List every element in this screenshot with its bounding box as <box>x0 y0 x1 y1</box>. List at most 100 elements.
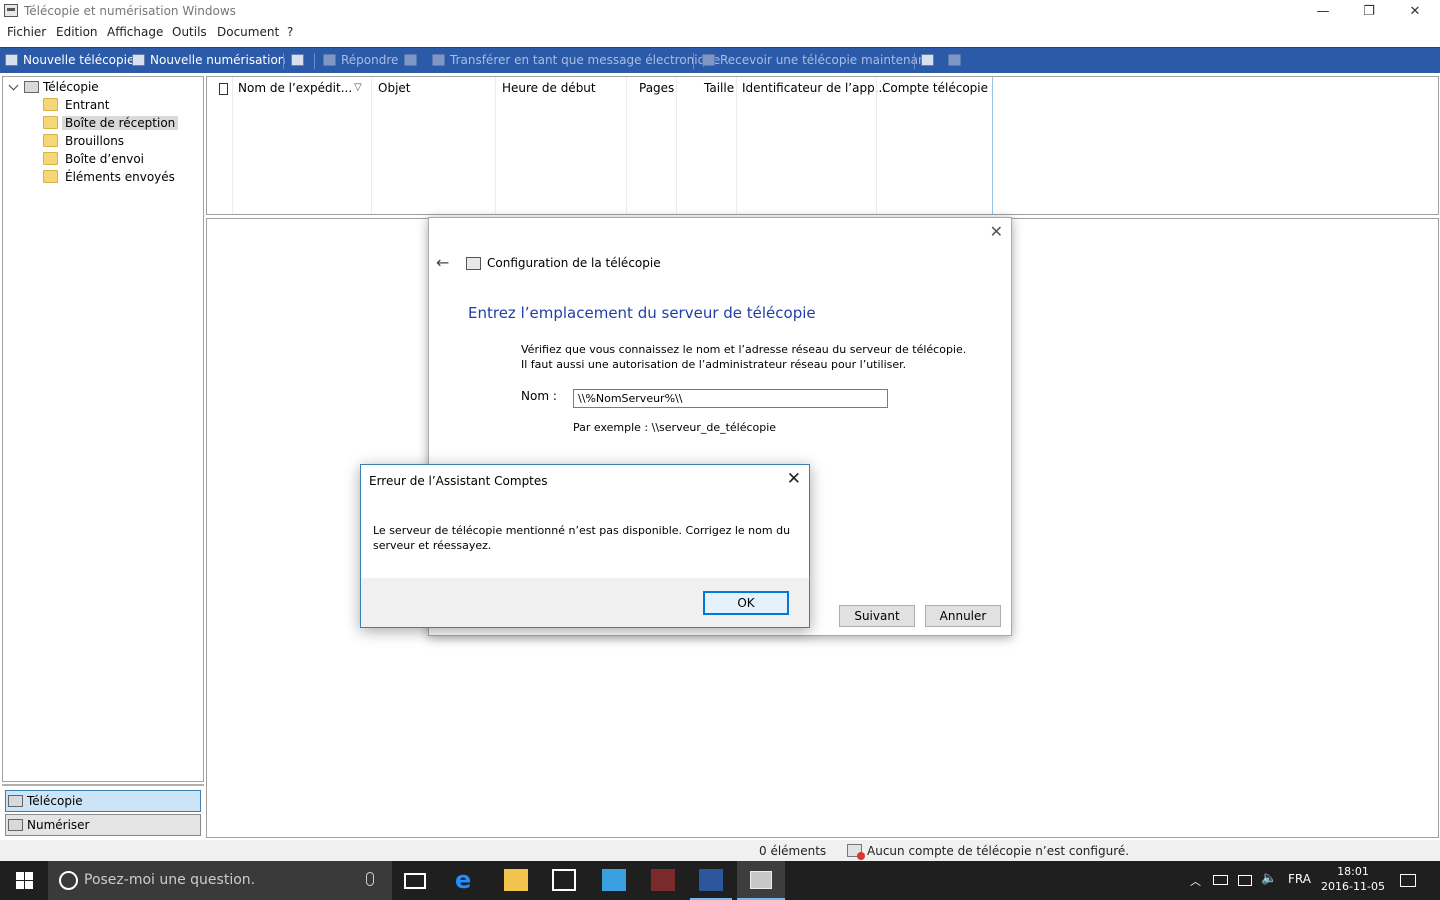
photos-app-icon[interactable] <box>602 869 626 891</box>
dialog-description: Vérifiez que vous connaissez le nom et l… <box>521 343 967 371</box>
next-button[interactable]: Suivant <box>839 605 915 627</box>
new-scan-button[interactable]: Nouvelle numérisation <box>132 52 285 70</box>
toolbar-separator <box>914 53 915 69</box>
windows-logo-icon <box>25 872 33 880</box>
menu-document[interactable]: Document <box>217 25 279 39</box>
print-toolbar-button[interactable] <box>921 52 939 70</box>
filter-icon[interactable]: ▽ <box>354 82 362 93</box>
nav-fax-button[interactable]: Télécopie <box>5 790 201 812</box>
language-indicator[interactable]: FRA <box>1288 872 1311 886</box>
column-divider <box>232 77 233 214</box>
menu-outils[interactable]: Outils <box>172 25 207 39</box>
menu-fichier[interactable]: Fichier <box>7 25 46 39</box>
example-hint: Par exemple : \\serveur_de_télécopie <box>573 421 777 434</box>
column-divider <box>676 77 677 214</box>
tree-item-sent[interactable]: Éléments envoyés <box>43 169 178 186</box>
cancel-button[interactable]: Annuler <box>925 605 1001 627</box>
error-dialog-footer: OK <box>361 578 809 627</box>
forward-email-icon <box>432 54 445 66</box>
inbox-folder-icon <box>43 116 58 129</box>
col-app-id[interactable]: Identificateur de l’app... <box>742 81 886 101</box>
outbox-icon <box>43 152 58 165</box>
tree-root-fax[interactable]: Télécopie <box>3 79 203 96</box>
view-button[interactable] <box>291 52 309 70</box>
minimize-button[interactable]: — <box>1300 0 1346 23</box>
menu-affichage[interactable]: Affichage <box>107 25 163 39</box>
scanner-icon <box>8 819 23 831</box>
col-size[interactable]: Taille <box>704 81 734 101</box>
chevron-down-icon[interactable] <box>8 80 19 91</box>
tree-item-outbox[interactable]: Boîte d’envoi <box>43 151 147 168</box>
server-name-input[interactable] <box>573 389 888 408</box>
clock[interactable]: 18:01 2016-11-05 <box>1318 864 1388 894</box>
column-divider <box>876 77 877 214</box>
server-name-label: Nom : <box>521 389 557 403</box>
menu-edition[interactable]: Edition <box>56 25 98 39</box>
fax-warning-icon <box>847 844 865 860</box>
close-icon[interactable]: ✕ <box>990 222 1003 241</box>
print-button[interactable] <box>404 52 422 70</box>
microphone-icon[interactable] <box>366 872 374 886</box>
col-sender[interactable]: Nom de l’expédit... <box>238 81 352 101</box>
col-start-time[interactable]: Heure de début <box>502 81 596 101</box>
folder-tree: Télécopie Entrant Boîte de réception Bro… <box>2 76 204 782</box>
delete-button[interactable] <box>948 52 966 70</box>
printer-icon <box>921 54 934 66</box>
receive-now-button[interactable]: Recevoir une télécopie maintenant <box>702 52 930 70</box>
delete-icon <box>948 54 961 66</box>
new-fax-icon <box>5 54 18 66</box>
close-icon[interactable]: ✕ <box>787 469 801 489</box>
windows-logo-icon <box>25 881 33 889</box>
fax-icon <box>24 81 39 93</box>
windows-logo-icon <box>16 881 24 889</box>
edge-icon[interactable]: e <box>455 868 479 892</box>
tree-item-entrant[interactable]: Entrant <box>43 97 113 114</box>
notifications-icon[interactable] <box>1400 874 1416 887</box>
drafts-icon <box>43 134 58 147</box>
search-placeholder: Posez-moi une question. <box>84 872 256 888</box>
title-bar: Télécopie et numérisation Windows — ❐ ✕ <box>0 0 1440 23</box>
back-arrow-icon[interactable]: ← <box>436 253 449 272</box>
nav-scan-button[interactable]: Numériser <box>5 814 201 836</box>
word-icon[interactable] <box>699 869 723 891</box>
task-view-icon[interactable] <box>404 873 426 889</box>
error-dialog: Erreur de l’Assistant Comptes ✕ Le serve… <box>360 464 810 628</box>
col-fax-account[interactable]: Compte télécopie <box>882 81 988 101</box>
close-button[interactable]: ✕ <box>1392 0 1438 23</box>
reply-button[interactable]: Répondre <box>323 52 398 70</box>
search-box[interactable]: Posez-moi une question. <box>48 861 392 900</box>
forward-email-button[interactable]: Transférer en tant que message électroni… <box>432 52 720 70</box>
column-divider <box>371 77 372 214</box>
reply-icon <box>323 54 336 66</box>
store-icon[interactable] <box>552 869 576 891</box>
new-fax-button[interactable]: Nouvelle télécopie <box>5 52 134 70</box>
scanner-icon <box>132 54 145 66</box>
col-pages[interactable]: Pages <box>639 81 674 101</box>
fax-taskbar-button[interactable] <box>737 861 785 900</box>
toolbar-separator <box>314 53 315 69</box>
ok-button[interactable]: OK <box>703 591 789 615</box>
tree-item-drafts[interactable]: Brouillons <box>43 133 127 150</box>
toolbar-separator <box>283 53 284 69</box>
network-icon[interactable] <box>1238 875 1252 886</box>
col-subject[interactable]: Objet <box>378 81 410 101</box>
chevron-up-icon[interactable]: ︿ <box>1190 873 1201 889</box>
window-title: Télécopie et numérisation Windows <box>24 4 236 18</box>
toolbar-separator <box>693 53 694 69</box>
tree-item-inbox[interactable]: Boîte de réception <box>43 115 179 132</box>
file-explorer-icon[interactable] <box>504 869 528 891</box>
restore-button[interactable]: ❐ <box>1346 0 1392 23</box>
receive-fax-icon <box>702 54 715 66</box>
clock-time: 18:01 <box>1337 865 1369 878</box>
menu-help[interactable]: ? <box>287 25 293 39</box>
column-divider <box>736 77 737 214</box>
start-button[interactable] <box>0 861 48 900</box>
message-list[interactable]: Nom de l’expédit... ▽ Objet Heure de déb… <box>206 76 1439 215</box>
game-app-icon[interactable] <box>651 869 675 891</box>
fax-icon <box>750 871 772 889</box>
column-divider <box>495 77 496 214</box>
toolbar: Nouvelle télécopie Nouvelle numérisation… <box>0 47 1440 73</box>
fax-icon <box>466 257 481 270</box>
battery-icon[interactable] <box>1213 875 1228 885</box>
volume-icon[interactable]: 🔈 <box>1261 871 1277 886</box>
